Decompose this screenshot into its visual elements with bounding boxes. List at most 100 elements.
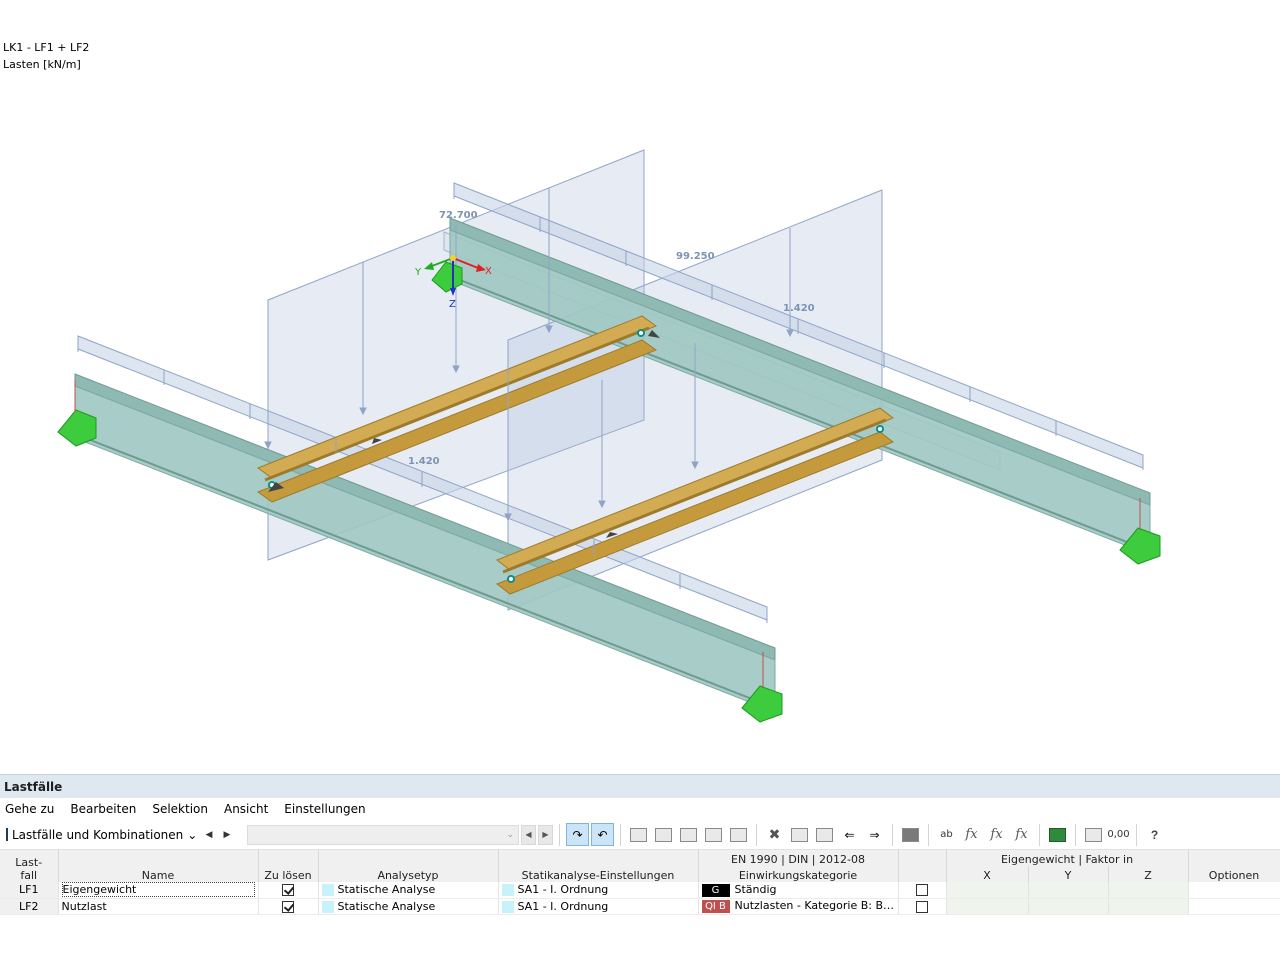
formula-button[interactable]: fx bbox=[960, 823, 983, 846]
row-category: Ständig bbox=[734, 883, 777, 896]
row-factor-z[interactable] bbox=[1108, 898, 1189, 915]
col-header-empty bbox=[898, 850, 947, 882]
row-name-cell[interactable]: Eigengewicht bbox=[58, 882, 259, 899]
row-settings-cell[interactable]: SA1 - I. Ordnung bbox=[498, 882, 699, 899]
menu-gehe-zu[interactable]: Gehe zu bbox=[5, 802, 54, 816]
remove-icon bbox=[816, 827, 833, 842]
row-category-cell[interactable]: QI B Nutzlasten - Kategorie B: Bür... bbox=[698, 898, 899, 915]
print-icon bbox=[1085, 827, 1102, 842]
add-row-button[interactable] bbox=[677, 823, 700, 846]
import-button[interactable] bbox=[788, 823, 811, 846]
next-button[interactable]: ▶ bbox=[219, 825, 235, 845]
col-header-optionen: Optionen bbox=[1188, 850, 1280, 882]
col-header-einwirkungskategorie: Einwirkungskategorie bbox=[698, 866, 899, 882]
select-arrow-icon: ↷ bbox=[572, 827, 583, 842]
copy-row-button[interactable] bbox=[702, 823, 725, 846]
formula-remove-button[interactable]: fx bbox=[985, 823, 1008, 846]
select-arrow-button[interactable]: ↷ bbox=[566, 823, 589, 846]
menu-bearbeiten[interactable]: Bearbeiten bbox=[70, 802, 136, 816]
excel-export-button[interactable] bbox=[1046, 823, 1069, 846]
row-settings-cell[interactable]: SA1 - I. Ordnung bbox=[498, 898, 699, 915]
row-name-cell[interactable]: Nutzlast bbox=[58, 898, 259, 915]
row-factor-y[interactable] bbox=[1028, 898, 1109, 915]
row-factor-z[interactable] bbox=[1108, 882, 1189, 899]
col-header-x: X bbox=[946, 866, 1029, 882]
object-combo[interactable]: ⌄ bbox=[247, 824, 519, 845]
window-icon bbox=[902, 827, 919, 842]
window-button[interactable] bbox=[899, 823, 922, 846]
chevron-down-icon: ⌄ bbox=[187, 827, 198, 842]
col-header-norm: EN 1990 | DIN | 2012-08 bbox=[698, 850, 899, 866]
menu-ansicht[interactable]: Ansicht bbox=[224, 802, 268, 816]
structure-model[interactable]: 72.700 99.250 1.420 1.420 X Y Z bbox=[0, 0, 1280, 774]
toolbar-separator bbox=[620, 823, 621, 846]
row-solve-cell bbox=[258, 882, 319, 899]
table-view-button[interactable] bbox=[627, 823, 650, 846]
table-row[interactable]: LF2 Nutzlast Statische Analyse SA1 - I. … bbox=[0, 898, 1280, 915]
table-icon bbox=[630, 827, 647, 842]
row-category-cell[interactable]: G Ständig bbox=[698, 882, 899, 899]
row-factor-x[interactable] bbox=[946, 882, 1029, 899]
object-next-button[interactable]: ▶ bbox=[538, 824, 553, 845]
toolbar-separator bbox=[756, 823, 757, 846]
row-analysis-cell[interactable]: Statische Analyse bbox=[318, 882, 499, 899]
delete-button[interactable]: ✖ bbox=[763, 823, 786, 846]
row-factor-x[interactable] bbox=[946, 898, 1029, 915]
model-viewport[interactable]: LK1 - LF1 + LF2 Lasten [kN/m] 72.700 99.… bbox=[0, 0, 1280, 774]
select-multi-icon: ↶ bbox=[597, 827, 608, 842]
col-header-zu-loesen: Zu lösen bbox=[258, 850, 319, 882]
color-swatch bbox=[321, 900, 334, 913]
category-badge: QI B bbox=[701, 899, 730, 913]
col-header-lastfall: Last- fall bbox=[0, 850, 59, 882]
add-row-icon bbox=[680, 827, 697, 842]
decimals-button[interactable]: 0,00 bbox=[1107, 823, 1130, 846]
delete-icon: ✖ bbox=[768, 826, 781, 842]
text-button[interactable]: ab bbox=[935, 823, 958, 846]
col-header-name: Name bbox=[58, 850, 259, 882]
edit-row-button[interactable] bbox=[727, 823, 750, 846]
help-icon: ? bbox=[1150, 827, 1159, 842]
toolbar-separator bbox=[1039, 823, 1040, 846]
solve-checkbox[interactable] bbox=[282, 900, 294, 913]
previous-button[interactable]: ◀ bbox=[201, 825, 217, 845]
col-header-y: Y bbox=[1028, 866, 1109, 882]
text-ab-icon: ab bbox=[940, 829, 953, 840]
help-button[interactable]: ? bbox=[1143, 823, 1166, 846]
panel-toolbar: Lastfälle und Kombinationen ⌄ ◀ ▶ ⌄ ◀ ▶ … bbox=[0, 820, 1280, 850]
row-name[interactable]: Nutzlast bbox=[62, 900, 107, 913]
panel-title: Lastfälle bbox=[0, 774, 1280, 798]
toolbar-separator bbox=[928, 823, 929, 846]
axis-x-label: X bbox=[485, 266, 492, 277]
row-name[interactable]: Eigengewicht bbox=[61, 882, 255, 897]
loadcase-type-combo[interactable]: Lastfälle und Kombinationen ⌄ bbox=[3, 824, 199, 846]
object-previous-button[interactable]: ◀ bbox=[521, 824, 536, 845]
row-id: LF1 bbox=[0, 882, 59, 899]
menu-selektion[interactable]: Selektion bbox=[152, 802, 208, 816]
import-icon bbox=[791, 827, 808, 842]
row-analysis-cell[interactable]: Statische Analyse bbox=[318, 898, 499, 915]
table-row[interactable]: LF1 Eigengewicht Statische Analyse SA1 -… bbox=[0, 882, 1280, 899]
insert-row-button[interactable] bbox=[652, 823, 675, 846]
formula-edit-button[interactable]: fx bbox=[1010, 823, 1033, 846]
col-header-eigengewicht: Eigengewicht | Faktor in bbox=[946, 850, 1189, 866]
load-value-4: 1.420 bbox=[408, 456, 440, 467]
menu-einstellungen[interactable]: Einstellungen bbox=[284, 802, 365, 816]
print-button[interactable] bbox=[1082, 823, 1105, 846]
row-settings: SA1 - I. Ordnung bbox=[517, 899, 609, 913]
remove-button[interactable] bbox=[813, 823, 836, 846]
selfweight-checkbox[interactable] bbox=[916, 884, 928, 897]
move-left-button[interactable]: ⇐ bbox=[838, 823, 861, 846]
solve-checkbox[interactable] bbox=[282, 884, 294, 897]
col-header-analysetyp: Analysetyp bbox=[318, 850, 499, 882]
row-options[interactable] bbox=[1188, 898, 1280, 915]
selfweight-checkbox[interactable] bbox=[916, 900, 928, 913]
move-right-button[interactable]: ⇒ bbox=[863, 823, 886, 846]
color-swatch bbox=[501, 900, 514, 913]
loadcase-icon bbox=[6, 828, 8, 841]
row-options[interactable] bbox=[1188, 882, 1280, 899]
row-factor-y[interactable] bbox=[1028, 882, 1109, 899]
select-multi-button[interactable]: ↶ bbox=[591, 823, 614, 846]
row-settings: SA1 - I. Ordnung bbox=[517, 883, 609, 897]
loadcases-table: Last- fall Name Zu lösen Analysetyp Stat… bbox=[0, 850, 1280, 915]
col-header-statik: Statikanalyse-Einstellungen bbox=[498, 850, 699, 882]
